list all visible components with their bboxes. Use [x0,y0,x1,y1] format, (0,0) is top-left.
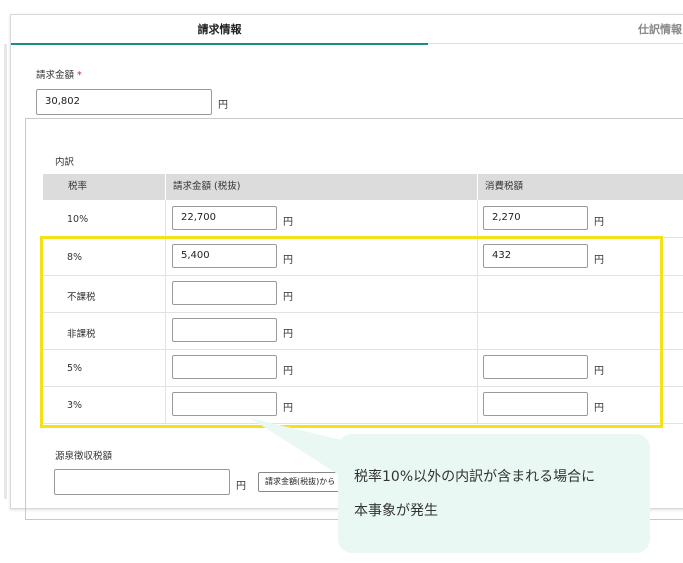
table-row: 10% 22,700 円 2,270 円 [43,200,683,238]
tooltip-line-1: 税率10%以外の内訳が含まれる場合に [354,469,596,485]
tooltip-line-2: 本事象が発生 [354,503,438,519]
required-mark: * [77,70,82,81]
tab-journal-info[interactable]: 仕訳情報 [428,15,683,44]
amount-unit: 円 [283,217,293,228]
column-divider [477,200,478,237]
header-divider [165,174,166,200]
highlight-box [40,236,663,428]
tax-unit: 円 [594,217,604,228]
column-divider [165,200,166,237]
rate-cell: 10% [67,214,89,225]
invoice-amount-input[interactable]: 30,802 [36,89,212,115]
breakdown-title: 内訳 [55,157,75,168]
header-amount: 請求金額 (税抜) [173,181,241,192]
tax-input[interactable]: 2,270 [483,206,588,230]
invoice-amount-label: 請求金額 * [36,70,82,81]
breakdown-header-row: 税率 請求金額 (税抜) 消費税額 [43,174,683,200]
withholding-input[interactable] [54,469,230,495]
tab-invoice-info[interactable]: 請求情報 [11,15,428,45]
header-tax: 消費税額 [485,181,524,192]
amount-input[interactable]: 22,700 [172,206,277,230]
header-tax-rate: 税率 [68,181,88,192]
annotation-tooltip: 税率10%以外の内訳が含まれる場合に 本事象が発生 [338,434,650,553]
withholding-label: 源泉徴収税額 [55,451,113,462]
withholding-unit: 円 [236,481,246,492]
header-divider [477,174,478,200]
left-rule [4,44,7,499]
invoice-amount-unit: 円 [218,100,228,111]
